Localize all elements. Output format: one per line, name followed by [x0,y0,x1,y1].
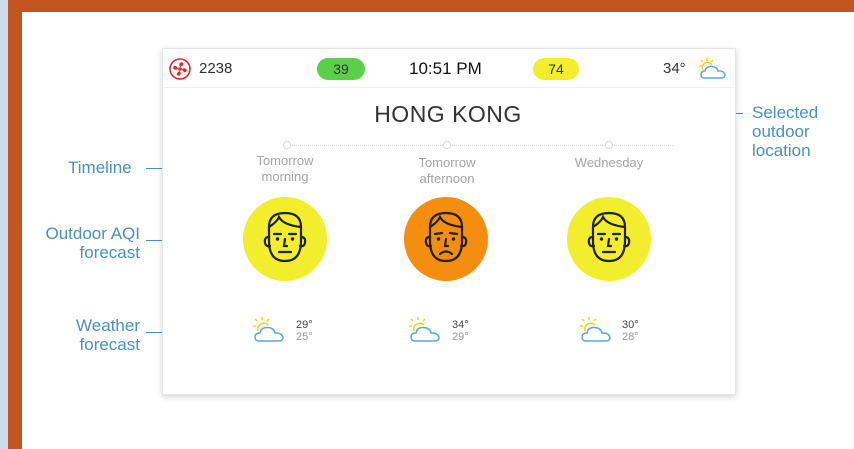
indoor-aqi-green-badge[interactable]: 39 [317,58,365,80]
neutral-face-icon[interactable] [243,197,327,281]
current-temperature: 34° [663,60,686,77]
forecast-high-temp: 29° [296,319,313,331]
timeline-track [283,145,673,146]
callout-aqi-line1: Outdoor AQI [45,224,141,243]
timeline-dot[interactable] [283,141,291,149]
forecast-label-line2: morning [261,169,309,184]
callout-location-line3: location [752,141,811,160]
forecast-low-temp: 25° [296,331,313,343]
callout-timeline: Timeline [68,158,132,177]
partly-cloudy-icon [249,315,289,345]
callout-weather-line1: Weather [76,316,140,335]
forecast-high-temp: 34° [452,319,469,331]
callout-location-line2: outdoor [752,122,810,141]
callout-weather: Weather forecast [36,316,140,354]
forecast-label-line1: Tomorrow [256,153,314,168]
forecast-label: Wednesday [549,155,669,171]
timeline-dot[interactable] [443,141,451,149]
forecast-low-temp: 28° [622,331,639,343]
device-screen: 2238 39 10:51 PM 74 34° HONG KONG Tomorr… [162,48,736,395]
clock: 10:51 PM [409,59,482,78]
status-bar: 2238 39 10:51 PM 74 34° [163,49,735,88]
forecast-high-temp: 30° [622,319,639,331]
forecast-label-line1: Tomorrow [418,155,476,170]
timeline-dot[interactable] [605,141,613,149]
callout-aqi: Outdoor AQI forecast [36,224,141,262]
callout-timeline-text: Timeline [68,158,132,177]
forecast-low-temp: 29° [452,331,469,343]
neutral-face-icon[interactable] [567,197,651,281]
callout-location-line1: Selected [752,103,819,122]
callout-location: Selected outdoor location [752,103,818,160]
location-name[interactable]: HONG KONG [353,101,543,128]
forecast-label: Tomorrow afternoon [387,155,507,187]
callout-aqi-line2: forecast [79,243,140,262]
partly-cloudy-icon [405,315,445,345]
fan-icon[interactable] [169,58,191,80]
forecast-label-line2: afternoon [419,171,475,186]
partly-cloudy-icon [576,315,616,345]
callout-weather-line2: forecast [79,335,140,354]
forecast-label: Tomorrow morning [225,153,345,185]
forecast-label-line1: Wednesday [574,155,644,170]
partly-cloudy-icon [695,56,731,82]
fan-count: 2238 [199,60,233,77]
indoor-aqi-yellow-badge[interactable]: 74 [533,58,579,80]
sad-face-icon[interactable] [404,197,488,281]
